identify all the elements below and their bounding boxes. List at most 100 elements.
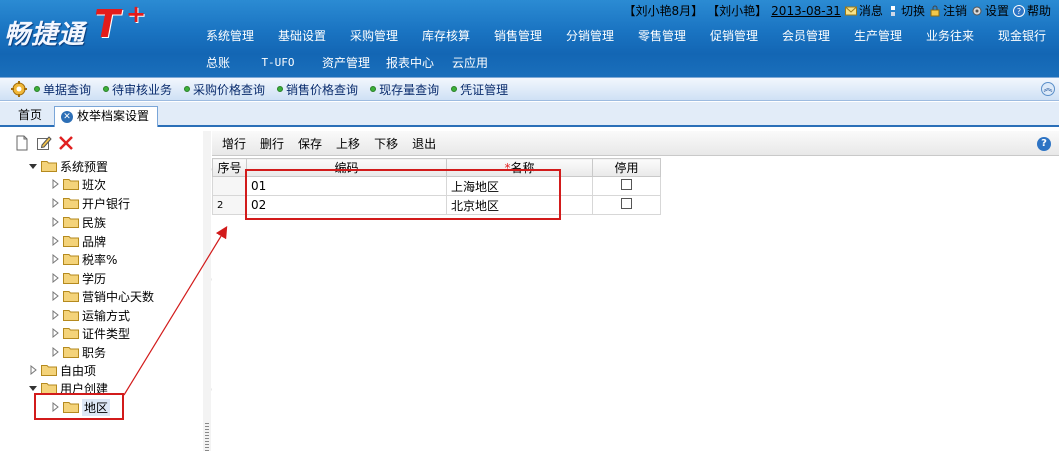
menu-retail[interactable]: 零售管理 — [626, 27, 698, 45]
svg-text:?: ? — [1017, 7, 1021, 16]
menu-t-ufo[interactable]: T-UFO — [242, 54, 314, 72]
quick-link-voucher[interactable]: 凭证管理 — [451, 81, 508, 98]
splitter-grip[interactable] — [205, 423, 209, 451]
collapse-up-icon[interactable]: ︽ — [1041, 82, 1055, 96]
collapsed-arrow-icon[interactable] — [50, 347, 60, 357]
tab-home[interactable]: 首页 — [10, 106, 50, 127]
bullet-icon — [103, 86, 110, 92]
tree-node-education[interactable]: 学历 — [50, 269, 106, 287]
edit-icon[interactable] — [36, 135, 52, 151]
delete-row-button[interactable]: 删行 — [260, 135, 284, 152]
chanjet-logo: 畅捷通 T + — [4, 0, 154, 50]
help-icon[interactable]: ? — [1037, 137, 1051, 151]
disabled-checkbox[interactable] — [621, 198, 632, 209]
tree-node-ethnicity[interactable]: 民族 — [50, 213, 106, 231]
top-user-bar: 【刘小艳8月】 【刘小艳】 2013-08-31 消息 切换 注销 设置 ? 帮… — [624, 2, 1051, 19]
quick-link-document-query[interactable]: 单据查询 — [34, 81, 91, 98]
logo-mark: T — [94, 2, 120, 46]
messages-link[interactable]: 消息 — [844, 2, 883, 19]
help-link[interactable]: ? 帮助 — [1012, 2, 1051, 19]
menu-distribution[interactable]: 分销管理 — [554, 27, 626, 45]
add-row-button[interactable]: 增行 — [222, 135, 246, 152]
menu-membership[interactable]: 会员管理 — [770, 27, 842, 45]
tree-node-position[interactable]: 职务 — [50, 343, 106, 361]
menu-general-ledger[interactable]: 总账 — [194, 54, 242, 72]
disabled-cell[interactable] — [592, 195, 661, 215]
menu-cloud-apps[interactable]: 云应用 — [442, 54, 498, 72]
tree-node-label: 税率% — [82, 252, 118, 267]
save-button[interactable]: 保存 — [298, 135, 322, 152]
lock-icon — [930, 5, 940, 16]
collapsed-arrow-icon[interactable] — [50, 273, 60, 283]
quick-link-label: 单据查询 — [43, 82, 92, 97]
exit-button[interactable]: 退出 — [412, 135, 436, 152]
bullet-icon — [370, 86, 377, 92]
collapsed-arrow-icon[interactable] — [50, 291, 60, 301]
folder-icon — [63, 254, 79, 265]
help-icon: ? — [1012, 4, 1025, 17]
tree-node-shift[interactable]: 班次 — [50, 175, 106, 193]
quick-link-stock-query[interactable]: 现存量查询 — [370, 81, 439, 98]
panel-splitter[interactable] — [203, 131, 211, 451]
menu-basic-settings[interactable]: 基础设置 — [266, 27, 338, 45]
new-file-icon[interactable] — [14, 135, 30, 151]
tree-node-brand[interactable]: 品牌 — [50, 232, 106, 250]
tab-label: 枚举档案设置 — [77, 109, 150, 123]
collapsed-arrow-icon[interactable] — [50, 179, 60, 189]
expanded-arrow-icon[interactable] — [28, 161, 38, 171]
quick-link-label: 采购价格查询 — [193, 82, 266, 97]
menu-report-center[interactable]: 报表中心 — [378, 54, 442, 72]
tree-node-tax-rate[interactable]: 税率% — [50, 250, 117, 268]
app-header: 畅捷通 T + 【刘小艳8月】 【刘小艳】 2013-08-31 消息 切换 注… — [0, 0, 1059, 77]
account-set-label: 【刘小艳8月】 — [623, 4, 704, 18]
collapsed-arrow-icon[interactable] — [50, 236, 60, 246]
delete-icon[interactable] — [58, 135, 74, 151]
tree-node-id-type[interactable]: 证件类型 — [50, 324, 130, 342]
gear-icon[interactable] — [10, 80, 28, 98]
menu-production[interactable]: 生产管理 — [842, 27, 914, 45]
quick-link-sales-price[interactable]: 销售价格查询 — [277, 81, 358, 98]
quick-link-label: 销售价格查询 — [286, 82, 359, 97]
logo-text: 畅捷通 — [4, 20, 86, 50]
tree-node-label: 班次 — [82, 177, 107, 192]
menu-business-contacts[interactable]: 业务往来 — [914, 27, 986, 45]
collapsed-arrow-icon[interactable] — [50, 217, 60, 227]
collapsed-arrow-icon[interactable] — [50, 310, 60, 320]
login-date-link[interactable]: 2013-08-31 — [771, 4, 841, 18]
move-up-button[interactable]: 上移 — [336, 135, 360, 152]
menu-assets[interactable]: 资产管理 — [314, 54, 378, 72]
detail-toolbar: 增行 删行 保存 上移 下移 退出 ? — [212, 131, 1059, 156]
disabled-cell[interactable] — [592, 176, 661, 196]
folder-icon — [63, 347, 79, 358]
move-down-button[interactable]: 下移 — [374, 135, 398, 152]
tab-enum-archive-settings[interactable]: ✕ 枚举档案设置 — [54, 106, 158, 127]
menu-inventory[interactable]: 库存核算 — [410, 27, 482, 45]
collapsed-arrow-icon[interactable] — [50, 198, 60, 208]
tree-node-label: 民族 — [82, 215, 107, 230]
menu-system-management[interactable]: 系统管理 — [194, 27, 266, 45]
folder-icon — [63, 310, 79, 321]
logout-link[interactable]: 注销 — [929, 2, 967, 19]
col-header-disabled[interactable]: 停用 — [592, 158, 661, 177]
envelope-icon — [844, 6, 857, 15]
tree-node-free-items[interactable]: 自由项 — [28, 361, 96, 379]
tree-node-marketing-days[interactable]: 营销中心天数 — [50, 287, 154, 305]
quick-link-purchase-price[interactable]: 采购价格查询 — [184, 81, 265, 98]
collapsed-arrow-icon[interactable] — [50, 254, 60, 264]
quick-link-pending-review[interactable]: 待审核业务 — [103, 81, 172, 98]
close-icon[interactable]: ✕ — [61, 111, 73, 123]
settings-link[interactable]: 设置 — [971, 2, 1009, 19]
menu-sales[interactable]: 销售管理 — [482, 27, 554, 45]
tree-node-system-preset[interactable]: 系统预置 — [28, 157, 108, 175]
collapsed-arrow-icon[interactable] — [50, 328, 60, 338]
tree-node-bank[interactable]: 开户银行 — [50, 194, 130, 212]
collapsed-arrow-icon[interactable] — [28, 365, 38, 375]
switch-link[interactable]: 切换 — [887, 2, 925, 19]
expanded-arrow-icon[interactable] — [28, 383, 38, 393]
menu-promotion[interactable]: 促销管理 — [698, 27, 770, 45]
disabled-checkbox[interactable] — [621, 179, 632, 190]
tree-node-shipping[interactable]: 运输方式 — [50, 306, 130, 324]
menu-cash-bank[interactable]: 现金银行 — [986, 27, 1058, 45]
menu-purchase[interactable]: 采购管理 — [338, 27, 410, 45]
quick-link-label: 现存量查询 — [379, 82, 440, 97]
